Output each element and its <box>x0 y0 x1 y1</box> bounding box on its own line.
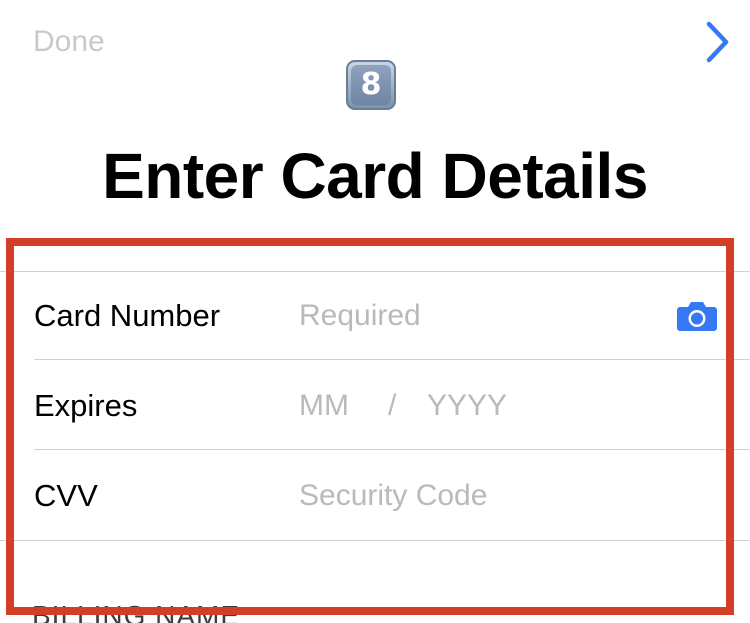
billing-name-header: BILLING NAME <box>32 600 241 623</box>
cvv-label: CVV <box>34 478 98 513</box>
expiry-year-input[interactable] <box>427 386 547 426</box>
divider <box>34 449 750 450</box>
camera-icon <box>677 301 717 331</box>
card-number-input[interactable] <box>299 296 669 336</box>
cvv-row: CVV <box>34 452 724 540</box>
cvv-input[interactable] <box>299 476 599 516</box>
done-button[interactable]: Done <box>33 22 105 62</box>
scan-card-button[interactable] <box>674 294 720 336</box>
page-title: Enter Card Details <box>102 140 648 212</box>
keycap-digit: 8 <box>351 65 391 105</box>
expiry-month-input[interactable] <box>299 386 379 426</box>
divider <box>0 540 750 541</box>
expires-row: Expires / <box>34 362 724 450</box>
expiry-separator: / <box>388 389 397 422</box>
card-number-row: Card Number <box>34 272 724 360</box>
divider <box>34 359 750 360</box>
expires-label: Expires <box>34 388 138 423</box>
chevron-right-icon <box>706 21 729 63</box>
card-number-label: Card Number <box>34 298 221 333</box>
next-button[interactable] <box>698 18 738 66</box>
keycap-eight-icon: 8 <box>346 60 396 110</box>
card-details-screen: Done 8 Enter Card Details Card Number Ex… <box>0 0 750 623</box>
